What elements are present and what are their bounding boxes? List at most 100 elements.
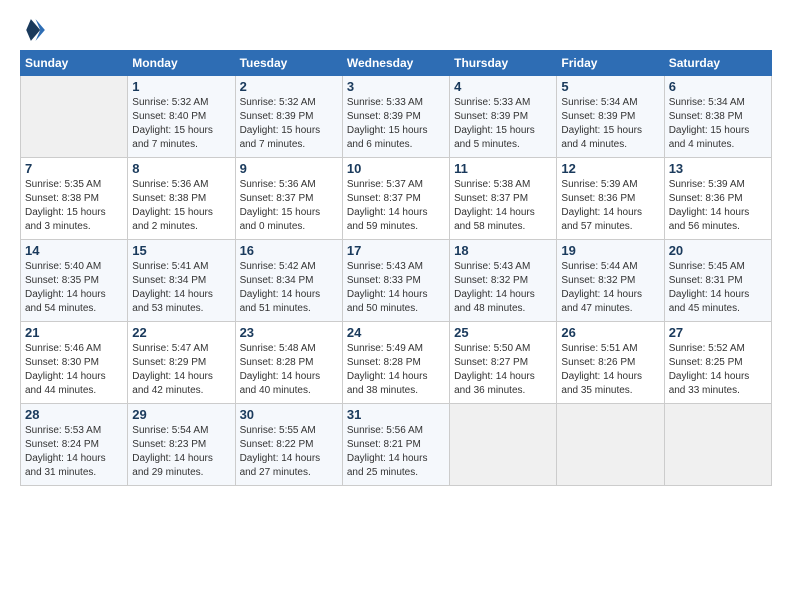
day-number: 2 — [240, 79, 338, 94]
day-number: 19 — [561, 243, 659, 258]
table-row — [450, 404, 557, 486]
day-number: 7 — [25, 161, 123, 176]
day-number: 8 — [132, 161, 230, 176]
table-row: 13 Sunrise: 5:39 AM Sunset: 8:36 PM Dayli… — [664, 158, 771, 240]
table-row: 15 Sunrise: 5:41 AM Sunset: 8:34 PM Dayli… — [128, 240, 235, 322]
table-row: 24 Sunrise: 5:49 AM Sunset: 8:28 PM Dayli… — [342, 322, 449, 404]
day-info: Sunrise: 5:43 AM Sunset: 8:33 PM Dayligh… — [347, 260, 445, 316]
day-info: Sunrise: 5:36 AM Sunset: 8:38 PM Dayligh… — [132, 178, 230, 234]
calendar-week-row: 21Sunrise: 5:46 AM Sunset: 8:30 PM Dayli… — [21, 322, 772, 404]
day-info: Sunrise: 5:39 AM Sunset: 8:36 PM Dayligh… — [561, 178, 659, 234]
day-number: 16 — [240, 243, 338, 258]
day-number: 23 — [240, 325, 338, 340]
table-row: 8 Sunrise: 5:36 AM Sunset: 8:38 PM Daylig… — [128, 158, 235, 240]
day-number: 31 — [347, 407, 445, 422]
day-number: 5 — [561, 79, 659, 94]
day-info: Sunrise: 5:34 AM Sunset: 8:39 PM Dayligh… — [561, 96, 659, 152]
day-info: Sunrise: 5:50 AM Sunset: 8:27 PM Dayligh… — [454, 342, 552, 398]
day-info: Sunrise: 5:37 AM Sunset: 8:37 PM Dayligh… — [347, 178, 445, 234]
table-row: 6 Sunrise: 5:34 AM Sunset: 8:38 PM Daylig… — [664, 76, 771, 158]
day-info: Sunrise: 5:42 AM Sunset: 8:34 PM Dayligh… — [240, 260, 338, 316]
day-info: Sunrise: 5:55 AM Sunset: 8:22 PM Dayligh… — [240, 424, 338, 480]
day-info: Sunrise: 5:49 AM Sunset: 8:28 PM Dayligh… — [347, 342, 445, 398]
day-info: Sunrise: 5:32 AM Sunset: 8:40 PM Dayligh… — [132, 96, 230, 152]
day-number: 25 — [454, 325, 552, 340]
table-row: 7 Sunrise: 5:35 AM Sunset: 8:38 PM Daylig… — [21, 158, 128, 240]
day-info: Sunrise: 5:47 AM Sunset: 8:29 PM Dayligh… — [132, 342, 230, 398]
day-info: Sunrise: 5:52 AM Sunset: 8:25 PM Dayligh… — [669, 342, 767, 398]
table-row: 30Sunrise: 5:55 AM Sunset: 8:22 PM Dayli… — [235, 404, 342, 486]
logo — [20, 16, 50, 44]
calendar-week-row: 14 Sunrise: 5:40 AM Sunset: 8:35 PM Dayli… — [21, 240, 772, 322]
day-info: Sunrise: 5:39 AM Sunset: 8:36 PM Dayligh… — [669, 178, 767, 234]
table-row: 29 Sunrise: 5:54 AM Sunset: 8:23 PM Dayli… — [128, 404, 235, 486]
day-number: 10 — [347, 161, 445, 176]
day-info: Sunrise: 5:51 AM Sunset: 8:26 PM Dayligh… — [561, 342, 659, 398]
table-row: 5 Sunrise: 5:34 AM Sunset: 8:39 PM Daylig… — [557, 76, 664, 158]
day-info: Sunrise: 5:48 AM Sunset: 8:28 PM Dayligh… — [240, 342, 338, 398]
day-info: Sunrise: 5:33 AM Sunset: 8:39 PM Dayligh… — [347, 96, 445, 152]
table-row: 4Sunrise: 5:33 AM Sunset: 8:39 PM Daylig… — [450, 76, 557, 158]
day-number: 29 — [132, 407, 230, 422]
table-row: 25 Sunrise: 5:50 AM Sunset: 8:27 PM Dayli… — [450, 322, 557, 404]
col-friday: Friday — [557, 51, 664, 76]
logo-icon — [20, 16, 48, 44]
page-header — [20, 16, 772, 44]
table-row: 17 Sunrise: 5:43 AM Sunset: 8:33 PM Dayli… — [342, 240, 449, 322]
table-row: 14 Sunrise: 5:40 AM Sunset: 8:35 PM Dayli… — [21, 240, 128, 322]
calendar-week-row: 28 Sunrise: 5:53 AM Sunset: 8:24 PM Dayli… — [21, 404, 772, 486]
day-number: 17 — [347, 243, 445, 258]
day-number: 3 — [347, 79, 445, 94]
day-info: Sunrise: 5:54 AM Sunset: 8:23 PM Dayligh… — [132, 424, 230, 480]
calendar-week-row: 1Sunrise: 5:32 AM Sunset: 8:40 PM Daylig… — [21, 76, 772, 158]
calendar-week-row: 7 Sunrise: 5:35 AM Sunset: 8:38 PM Daylig… — [21, 158, 772, 240]
table-row: 21Sunrise: 5:46 AM Sunset: 8:30 PM Dayli… — [21, 322, 128, 404]
col-saturday: Saturday — [664, 51, 771, 76]
day-info: Sunrise: 5:36 AM Sunset: 8:37 PM Dayligh… — [240, 178, 338, 234]
col-monday: Monday — [128, 51, 235, 76]
col-sunday: Sunday — [21, 51, 128, 76]
table-row: 28 Sunrise: 5:53 AM Sunset: 8:24 PM Dayli… — [21, 404, 128, 486]
day-number: 4 — [454, 79, 552, 94]
day-info: Sunrise: 5:44 AM Sunset: 8:32 PM Dayligh… — [561, 260, 659, 316]
table-row: 26 Sunrise: 5:51 AM Sunset: 8:26 PM Dayli… — [557, 322, 664, 404]
table-row: 11Sunrise: 5:38 AM Sunset: 8:37 PM Dayli… — [450, 158, 557, 240]
table-row — [21, 76, 128, 158]
page-container: Sunday Monday Tuesday Wednesday Thursday… — [0, 0, 792, 496]
calendar-header-row: Sunday Monday Tuesday Wednesday Thursday… — [21, 51, 772, 76]
table-row: 3 Sunrise: 5:33 AM Sunset: 8:39 PM Daylig… — [342, 76, 449, 158]
table-row: 22Sunrise: 5:47 AM Sunset: 8:29 PM Dayli… — [128, 322, 235, 404]
col-tuesday: Tuesday — [235, 51, 342, 76]
table-row: 20Sunrise: 5:45 AM Sunset: 8:31 PM Dayli… — [664, 240, 771, 322]
day-info: Sunrise: 5:46 AM Sunset: 8:30 PM Dayligh… — [25, 342, 123, 398]
day-info: Sunrise: 5:53 AM Sunset: 8:24 PM Dayligh… — [25, 424, 123, 480]
table-row: 12 Sunrise: 5:39 AM Sunset: 8:36 PM Dayli… — [557, 158, 664, 240]
day-info: Sunrise: 5:41 AM Sunset: 8:34 PM Dayligh… — [132, 260, 230, 316]
day-number: 9 — [240, 161, 338, 176]
day-number: 28 — [25, 407, 123, 422]
table-row: 10 Sunrise: 5:37 AM Sunset: 8:37 PM Dayli… — [342, 158, 449, 240]
day-info: Sunrise: 5:32 AM Sunset: 8:39 PM Dayligh… — [240, 96, 338, 152]
day-info: Sunrise: 5:45 AM Sunset: 8:31 PM Dayligh… — [669, 260, 767, 316]
table-row: 31Sunrise: 5:56 AM Sunset: 8:21 PM Dayli… — [342, 404, 449, 486]
day-info: Sunrise: 5:34 AM Sunset: 8:38 PM Dayligh… — [669, 96, 767, 152]
day-info: Sunrise: 5:40 AM Sunset: 8:35 PM Dayligh… — [25, 260, 123, 316]
table-row: 2 Sunrise: 5:32 AM Sunset: 8:39 PM Daylig… — [235, 76, 342, 158]
day-number: 15 — [132, 243, 230, 258]
table-row: 1Sunrise: 5:32 AM Sunset: 8:40 PM Daylig… — [128, 76, 235, 158]
day-number: 18 — [454, 243, 552, 258]
table-row: 19 Sunrise: 5:44 AM Sunset: 8:32 PM Dayli… — [557, 240, 664, 322]
day-number: 26 — [561, 325, 659, 340]
col-thursday: Thursday — [450, 51, 557, 76]
day-number: 6 — [669, 79, 767, 94]
day-number: 14 — [25, 243, 123, 258]
table-row — [664, 404, 771, 486]
day-number: 24 — [347, 325, 445, 340]
day-number: 13 — [669, 161, 767, 176]
day-info: Sunrise: 5:43 AM Sunset: 8:32 PM Dayligh… — [454, 260, 552, 316]
table-row: 9 Sunrise: 5:36 AM Sunset: 8:37 PM Daylig… — [235, 158, 342, 240]
table-row: 18 Sunrise: 5:43 AM Sunset: 8:32 PM Dayli… — [450, 240, 557, 322]
day-info: Sunrise: 5:35 AM Sunset: 8:38 PM Dayligh… — [25, 178, 123, 234]
day-number: 12 — [561, 161, 659, 176]
day-number: 27 — [669, 325, 767, 340]
